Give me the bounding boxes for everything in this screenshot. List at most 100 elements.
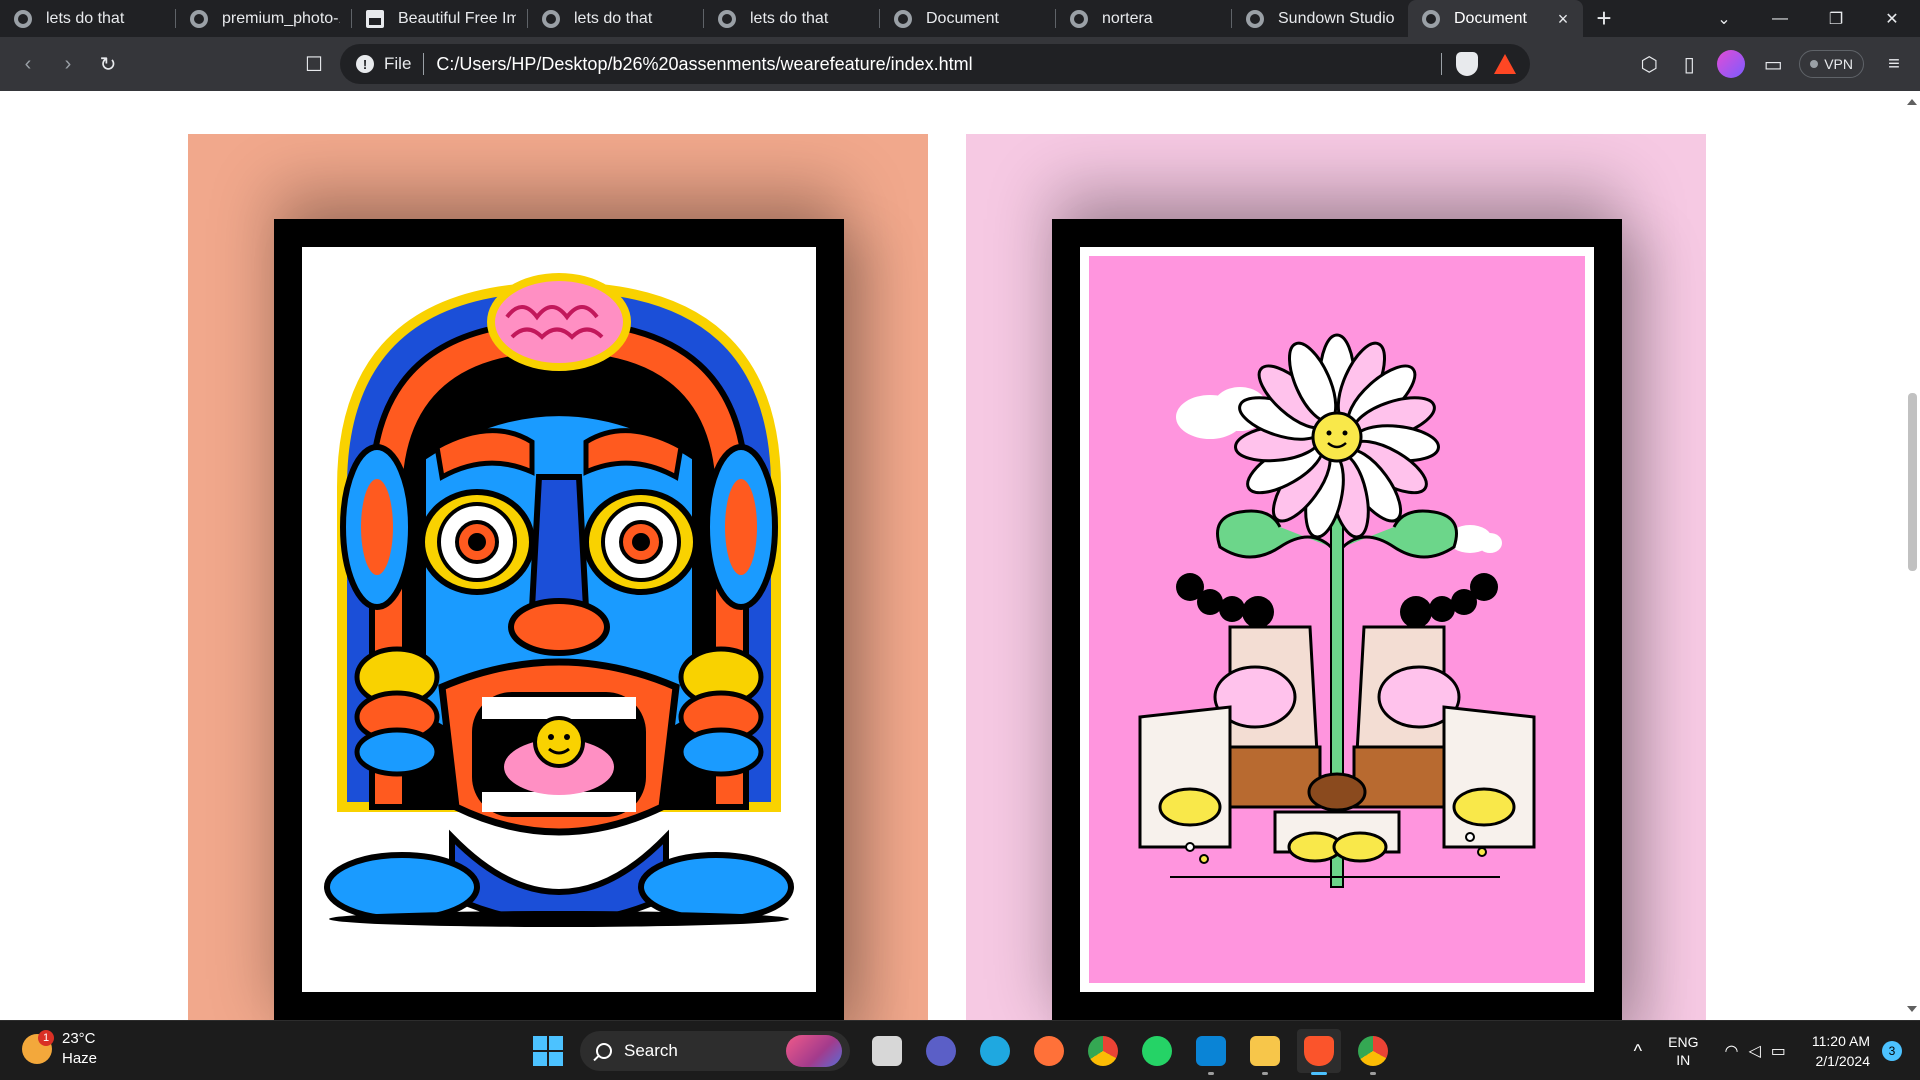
tab-3[interactable]: Beautiful Free Imag <box>352 0 528 37</box>
weather-sun-icon: 1 <box>22 1030 54 1064</box>
tab-label: Document <box>1454 9 1527 27</box>
tab-label: lets do that <box>574 9 653 27</box>
tab-4[interactable]: lets do that <box>528 0 704 37</box>
tab-search-chevron-icon[interactable]: ⌄ <box>1696 0 1752 37</box>
url-text[interactable]: C:/Users/HP/Desktop/b26%20assenments/wea… <box>436 54 972 75</box>
close-tab-icon[interactable]: × <box>1555 10 1571 28</box>
quick-settings[interactable]: ◠ ◁ ▭ <box>1724 1041 1785 1061</box>
region-code: IN <box>1676 1052 1691 1068</box>
weather-temp: 23°C <box>62 1030 96 1047</box>
tab-9-active[interactable]: Document × <box>1408 0 1583 37</box>
globe-icon <box>14 9 32 28</box>
reload-icon[interactable]: ↻ <box>88 44 128 84</box>
bookmark-icon[interactable]: ☐ <box>294 44 334 84</box>
vpn-label: VPN <box>1824 56 1853 72</box>
tab-label: Document <box>926 9 999 27</box>
scroll-up-arrow-icon[interactable] <box>1907 99 1917 105</box>
meet-icon[interactable] <box>919 1029 963 1073</box>
taskbar-search[interactable]: Search <box>580 1031 850 1071</box>
globe-icon <box>718 9 736 28</box>
poster-mat <box>302 247 816 992</box>
brave-rewards-icon[interactable] <box>1494 54 1516 74</box>
tab-label: nortera <box>1102 9 1153 27</box>
globe-icon <box>190 9 208 28</box>
browser-toolbar: ‹ › ↻ ☐ ! File C:/Users/HP/Desktop/b26%2… <box>0 37 1920 91</box>
battery-icon: ▭ <box>1770 1043 1786 1060</box>
page-viewport <box>0 91 1904 1020</box>
poster-frame <box>274 219 844 1020</box>
chrome-dev-icon[interactable] <box>1351 1029 1395 1075</box>
image-icon <box>366 9 384 28</box>
globe-icon <box>1070 9 1088 28</box>
profile-avatar[interactable] <box>1717 50 1746 78</box>
minimize-icon[interactable]: — <box>1752 0 1808 37</box>
tab-label: lets do that <box>46 9 125 27</box>
search-icon <box>596 1043 612 1059</box>
brave-shields-icon[interactable] <box>1456 52 1478 76</box>
mask-poster-card[interactable] <box>188 134 928 1020</box>
globe-icon <box>1246 9 1264 28</box>
sidebar-icon[interactable]: ▯ <box>1669 44 1709 84</box>
input-language[interactable]: ENG IN <box>1668 1033 1698 1069</box>
tab-strip: lets do that premium_photo-17( Beautiful… <box>0 0 1920 37</box>
window-controls: ⌄ — ❐ ✕ <box>1696 0 1920 37</box>
new-tab-button[interactable]: + <box>1583 0 1625 37</box>
tab-2[interactable]: premium_photo-17( <box>176 0 352 37</box>
wifi-icon: ◠ <box>1724 1043 1739 1060</box>
info-icon[interactable]: ! <box>356 55 374 73</box>
flower-poster-card[interactable] <box>966 134 1706 1020</box>
back-icon[interactable]: ‹ <box>8 44 48 84</box>
start-button[interactable] <box>526 1029 570 1073</box>
edge-icon[interactable] <box>973 1029 1017 1073</box>
mask-illustration <box>324 273 794 927</box>
clock[interactable]: 11:20 AM 2/1/2024 <box>1812 1031 1870 1071</box>
tab-8[interactable]: Sundown Studio <box>1232 0 1408 37</box>
wallet-icon[interactable]: ▭ <box>1753 44 1793 84</box>
show-hidden-icons-chevron-icon[interactable]: ^ <box>1634 1041 1642 1062</box>
tab-7[interactable]: nortera <box>1056 0 1232 37</box>
search-highlight-image <box>786 1035 842 1067</box>
notification-badge[interactable]: 3 <box>1882 1041 1902 1061</box>
tab-5[interactable]: lets do that <box>704 0 880 37</box>
scheme-label: File <box>384 54 412 73</box>
menu-icon[interactable]: ≡ <box>1874 44 1914 84</box>
close-window-icon[interactable]: ✕ <box>1864 0 1920 37</box>
system-tray: ^ ENG IN ◠ ◁ ▭ 11:20 AM 2/1/2024 3 <box>1634 1021 1920 1080</box>
extensions-icon[interactable]: ⬡ <box>1629 44 1669 84</box>
globe-icon <box>1422 9 1440 28</box>
firefox-icon[interactable] <box>1027 1029 1071 1073</box>
windows-taskbar: 1 23°C Haze Search ^ ENG IN ◠ ◁ ▭ 11:20 … <box>0 1020 1920 1080</box>
flower-illustration <box>1089 256 1585 983</box>
lang-code: ENG <box>1668 1034 1699 1050</box>
volume-icon: ◁ <box>1748 1043 1761 1060</box>
forward-icon[interactable]: › <box>48 44 88 84</box>
taskbar-apps: Search <box>526 1027 1400 1075</box>
address-bar[interactable]: ! File C:/Users/HP/Desktop/b26%20assenme… <box>340 44 1530 84</box>
file-explorer-icon[interactable] <box>1243 1029 1287 1075</box>
scroll-down-arrow-icon[interactable] <box>1907 1006 1917 1012</box>
tab-label: lets do that <box>750 9 829 27</box>
page-scrollbar[interactable] <box>1904 91 1920 1020</box>
poster-mat <box>1080 247 1594 992</box>
vpn-status-icon <box>1810 60 1819 68</box>
tab-label: Sundown Studio <box>1278 9 1395 27</box>
tab-label: premium_photo-17( <box>222 9 340 27</box>
tab-6[interactable]: Document <box>880 0 1056 37</box>
clock-time: 11:20 AM <box>1811 1033 1870 1049</box>
weather-badge: 1 <box>38 1030 54 1046</box>
chrome-icon[interactable] <box>1081 1029 1125 1073</box>
vpn-button[interactable]: VPN <box>1799 50 1864 78</box>
search-label: Search <box>624 1041 678 1060</box>
poster-frame <box>1052 219 1622 1020</box>
whatsapp-icon[interactable] <box>1135 1029 1179 1073</box>
task-view-icon[interactable] <box>865 1029 909 1073</box>
tab-1[interactable]: lets do that <box>0 0 176 37</box>
globe-icon <box>894 9 912 28</box>
weather-widget[interactable]: 1 23°C Haze <box>22 1029 97 1069</box>
weather-condition: Haze <box>62 1050 98 1067</box>
globe-icon <box>542 9 560 28</box>
scroll-thumb[interactable] <box>1908 393 1917 571</box>
restore-icon[interactable]: ❐ <box>1808 0 1864 37</box>
brave-icon[interactable] <box>1297 1029 1341 1075</box>
vscode-icon[interactable] <box>1189 1029 1233 1075</box>
